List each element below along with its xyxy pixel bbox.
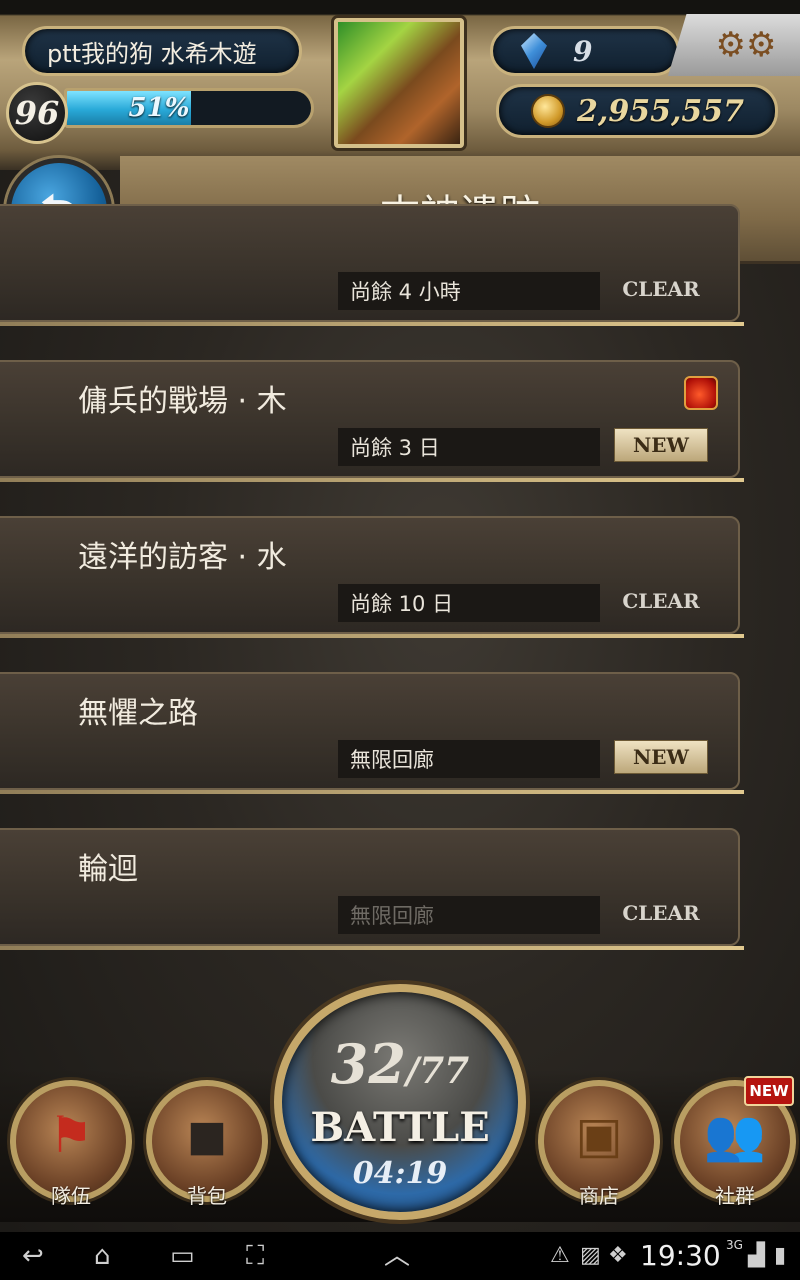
dropbox-icon: ❖	[608, 1243, 628, 1268]
exp-percent: 51%	[128, 93, 190, 123]
player-name: ptt我的狗 水希木遊	[22, 26, 302, 76]
people-icon: 👥	[703, 1106, 767, 1164]
flag-icon: ⚑	[48, 1106, 94, 1164]
coin-icon	[531, 94, 565, 128]
stage-item[interactable]: 輪迴 無限回廊 CLEAR	[0, 828, 744, 950]
team-label: 隊伍	[51, 1184, 91, 1208]
player-level-badge: 96	[6, 82, 68, 144]
screenshot-icon[interactable]: ⛶	[246, 1240, 264, 1272]
stage-item-partial[interactable]: 尚餘 4 小時 CLEAR	[0, 204, 744, 326]
clock: 19:30	[640, 1239, 721, 1272]
shop-label: 商店	[579, 1184, 619, 1208]
bag-icon: ◼	[186, 1106, 228, 1164]
stage-time: 尚餘 3 日	[338, 428, 600, 466]
stage-title: 無懼之路	[78, 696, 198, 731]
signal-icon: ▟	[748, 1243, 765, 1268]
system-navigation-bar: ↩ ⌂ ▭ ⛶ ︿ ⚠ ▨ ❖ 19:30 3G ▟ ▮	[0, 1232, 800, 1280]
fire-icon	[684, 376, 718, 410]
treasure-chest-icon: ▣	[575, 1106, 623, 1164]
stage-status-clear: CLEAR	[622, 589, 700, 613]
gear-icon: ⚙⚙	[715, 25, 777, 65]
coin-count: 2,955,557	[577, 93, 745, 129]
stage-time: 無限回廊	[338, 896, 600, 934]
leader-avatar[interactable]	[334, 18, 464, 148]
warning-icon: ⚠	[550, 1243, 570, 1268]
exp-bar: 51%	[64, 88, 314, 128]
system-recents-icon[interactable]: ▭	[170, 1240, 195, 1272]
stamina-current: 32	[330, 1032, 406, 1096]
social-label: 社群	[715, 1184, 755, 1208]
stage-title: 遠洋的訪客 · 水	[78, 540, 287, 575]
social-new-badge: NEW	[744, 1076, 794, 1106]
stage-status-new: NEW	[614, 740, 708, 774]
network-type: 3G	[726, 1238, 743, 1252]
stage-item[interactable]: 傭兵的戰場 · 木 尚餘 3 日 NEW	[0, 360, 744, 482]
player-name-text: ptt我的狗 水希木遊	[47, 39, 257, 68]
stage-title: 輪迴	[78, 852, 138, 887]
stage-item[interactable]: 無懼之路 無限回廊 NEW	[0, 672, 744, 794]
expand-up-icon[interactable]: ︿	[384, 1240, 410, 1272]
battery-icon: ▮	[774, 1243, 787, 1268]
battle-label: BATTLE	[310, 1104, 490, 1151]
stamina-max: /77	[405, 1050, 470, 1092]
stage-status-new: NEW	[614, 428, 708, 462]
image-icon: ▨	[580, 1243, 601, 1268]
gem-counter[interactable]: 9	[490, 26, 680, 76]
system-home-icon[interactable]: ⌂	[94, 1240, 111, 1272]
gem-count: 9	[573, 34, 593, 68]
stage-status-clear: CLEAR	[622, 901, 700, 925]
settings-button[interactable]: ⚙⚙	[668, 14, 800, 76]
stage-time: 尚餘 10 日	[338, 584, 600, 622]
stage-time: 無限回廊	[338, 740, 600, 778]
stamina-display: 32/77	[282, 1032, 518, 1096]
system-back-icon[interactable]: ↩	[22, 1240, 44, 1272]
stage-item[interactable]: 遠洋的訪客 · 水 尚餘 10 日 CLEAR	[0, 516, 744, 638]
stage-status-clear: CLEAR	[622, 277, 700, 301]
battle-button[interactable]: 32/77 BATTLE 04:19	[274, 984, 526, 1220]
coin-counter: 2,955,557	[496, 84, 778, 138]
stage-title: 傭兵的戰場 · 木	[78, 384, 287, 419]
gem-icon	[521, 33, 547, 69]
bag-label: 背包	[187, 1184, 227, 1208]
stage-time: 尚餘 4 小時	[338, 272, 600, 310]
stamina-timer: 04:19	[352, 1156, 448, 1191]
